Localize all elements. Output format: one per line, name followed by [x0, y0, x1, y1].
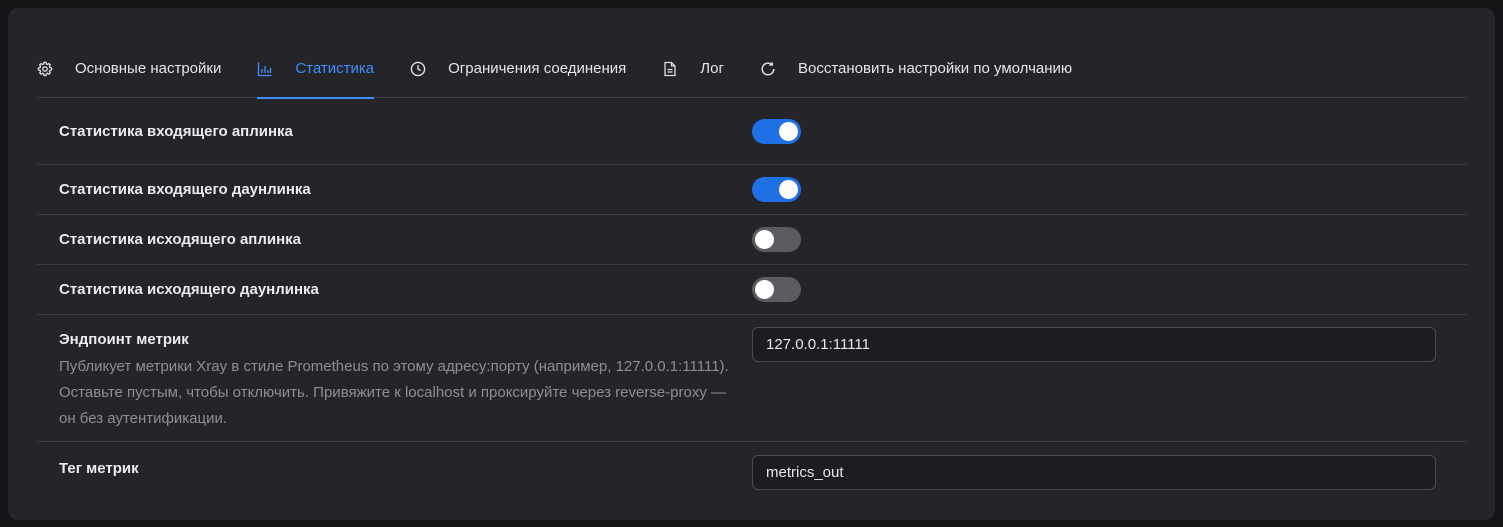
- setting-row-metrics-tag: Тег метрик: [37, 442, 1467, 512]
- setting-label: Статистика исходящего даунлинка: [59, 281, 319, 298]
- tab-general-settings[interactable]: Основные настройки: [37, 42, 221, 98]
- tab-label: Статистика: [295, 60, 375, 77]
- tab-connection-limits[interactable]: Ограничения соединения: [410, 42, 626, 98]
- settings-list: Статистика входящего аплинка Статистика …: [37, 98, 1467, 512]
- setting-row-inbound-uplink: Статистика входящего аплинка: [37, 98, 1467, 165]
- inbound-uplink-toggle[interactable]: [752, 118, 801, 144]
- toggle-knob: [755, 230, 774, 249]
- metrics-endpoint-input[interactable]: [752, 327, 1436, 362]
- toggle-knob: [779, 121, 798, 141]
- gear-icon: [37, 61, 53, 77]
- metrics-tag-input[interactable]: [752, 455, 1436, 490]
- tab-statistics[interactable]: Статистика: [257, 42, 375, 99]
- setting-row-outbound-downlink: Статистика исходящего даунлинка: [37, 265, 1467, 315]
- inbound-downlink-toggle[interactable]: [752, 177, 801, 202]
- toggle-knob: [779, 180, 798, 199]
- setting-row-metrics-endpoint: Эндпоинт метрик Публикует метрики Xray в…: [37, 315, 1467, 442]
- document-icon: [662, 61, 678, 77]
- tab-label: Лог: [700, 60, 724, 77]
- toggle-knob: [755, 280, 774, 299]
- setting-label: Тег метрик: [59, 460, 139, 477]
- bar-chart-icon: [257, 61, 273, 77]
- setting-label: Статистика входящего даунлинка: [59, 181, 311, 198]
- setting-row-inbound-downlink: Статистика входящего даунлинка: [37, 165, 1467, 215]
- setting-row-outbound-uplink: Статистика исходящего аплинка: [37, 215, 1467, 265]
- setting-label: Статистика входящего аплинка: [59, 122, 293, 140]
- outbound-uplink-toggle[interactable]: [752, 227, 801, 252]
- tab-label: Восстановить настройки по умолчанию: [797, 60, 1073, 77]
- setting-description: Публикует метрики Xray в стиле Prometheu…: [59, 358, 729, 427]
- tab-label: Основные настройки: [75, 60, 222, 77]
- tab-bar: Основные настройки Статистика Ограничени…: [37, 42, 1467, 99]
- clock-icon: [410, 61, 426, 77]
- outbound-downlink-toggle[interactable]: [752, 277, 801, 302]
- tab-restore-defaults[interactable]: Восстановить настройки по умолчанию: [760, 42, 1072, 98]
- tab-label: Ограничения соединения: [448, 60, 627, 77]
- setting-label: Эндпоинт метрик: [59, 331, 189, 348]
- tab-log[interactable]: Лог: [662, 42, 724, 98]
- settings-card: Основные настройки Статистика Ограничени…: [8, 8, 1495, 520]
- refresh-icon: [760, 61, 776, 77]
- setting-label: Статистика исходящего аплинка: [59, 231, 302, 248]
